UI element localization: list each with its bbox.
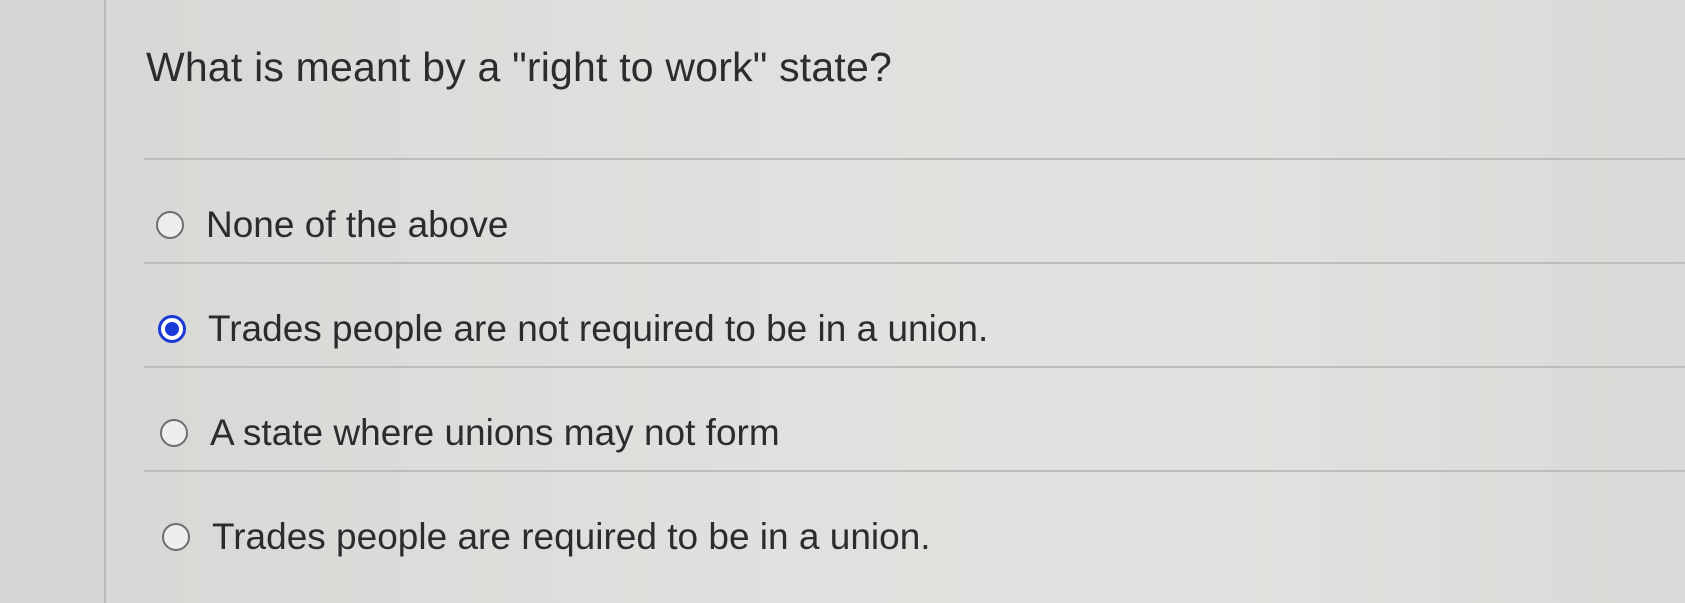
answer-option-none-of-the-above[interactable]: None of the above bbox=[156, 200, 508, 250]
divider bbox=[144, 470, 1685, 472]
quiz-screen: What is meant by a "right to work" state… bbox=[0, 0, 1685, 603]
question-text: What is meant by a "right to work" state… bbox=[146, 44, 892, 90]
answer-label: None of the above bbox=[206, 204, 509, 245]
left-margin-panel bbox=[0, 0, 106, 603]
radio-button-unselected[interactable] bbox=[160, 419, 188, 447]
answer-label: Trades people are required to be in a un… bbox=[212, 516, 931, 557]
answer-label: A state where unions may not form bbox=[210, 412, 780, 453]
answer-option-unions-may-not-form[interactable]: A state where unions may not form bbox=[160, 408, 780, 458]
radio-button-unselected[interactable] bbox=[156, 211, 184, 239]
divider bbox=[144, 158, 1685, 160]
divider bbox=[144, 262, 1685, 264]
radio-button-unselected[interactable] bbox=[162, 523, 190, 551]
question-card: What is meant by a "right to work" state… bbox=[106, 0, 1685, 603]
radio-button-selected[interactable] bbox=[158, 315, 186, 343]
answer-label: Trades people are not required to be in … bbox=[208, 308, 989, 349]
divider bbox=[144, 366, 1685, 368]
answer-option-not-required-union[interactable]: Trades people are not required to be in … bbox=[158, 304, 988, 354]
answer-option-required-union[interactable]: Trades people are required to be in a un… bbox=[162, 512, 931, 562]
